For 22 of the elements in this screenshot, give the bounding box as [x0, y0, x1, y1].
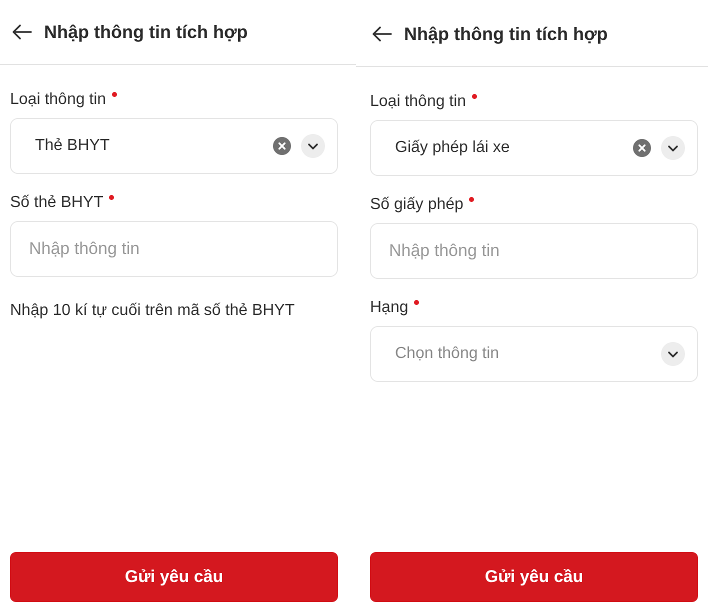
submit-button[interactable]: Gửi yêu cầu: [10, 552, 338, 602]
screen-title: Nhập thông tin tích hợp: [404, 22, 608, 46]
select-field[interactable]: Thẻ BHYT: [10, 118, 338, 174]
hint-text: Nhập 10 kí tự cuối trên mã số thẻ BHYT: [10, 301, 296, 321]
input-field[interactable]: Nhập thông tin: [10, 221, 338, 277]
submit-button[interactable]: Gửi yêu cầu: [370, 552, 698, 602]
field-label: Số giấy phép: [370, 195, 464, 215]
clear-icon[interactable]: [633, 139, 651, 157]
back-arrow-icon[interactable]: [372, 26, 392, 42]
input-field[interactable]: Nhập thông tin: [370, 223, 698, 279]
field-label: Loại thông tin: [10, 90, 106, 110]
screen-title: Nhập thông tin tích hợp: [44, 20, 248, 44]
chevron-down-icon[interactable]: [661, 136, 685, 160]
chevron-down-icon[interactable]: [301, 134, 325, 158]
field-label: Hạng: [370, 298, 408, 318]
select-field[interactable]: Giấy phép lái xe: [370, 120, 698, 176]
field-label: Loại thông tin: [370, 92, 466, 112]
clear-icon[interactable]: [273, 137, 291, 155]
chevron-down-icon[interactable]: [661, 342, 685, 366]
back-arrow-icon[interactable]: [12, 24, 32, 40]
select-field[interactable]: Chọn thông tin: [370, 326, 698, 382]
field-label: Số thẻ BHYT: [10, 193, 104, 213]
